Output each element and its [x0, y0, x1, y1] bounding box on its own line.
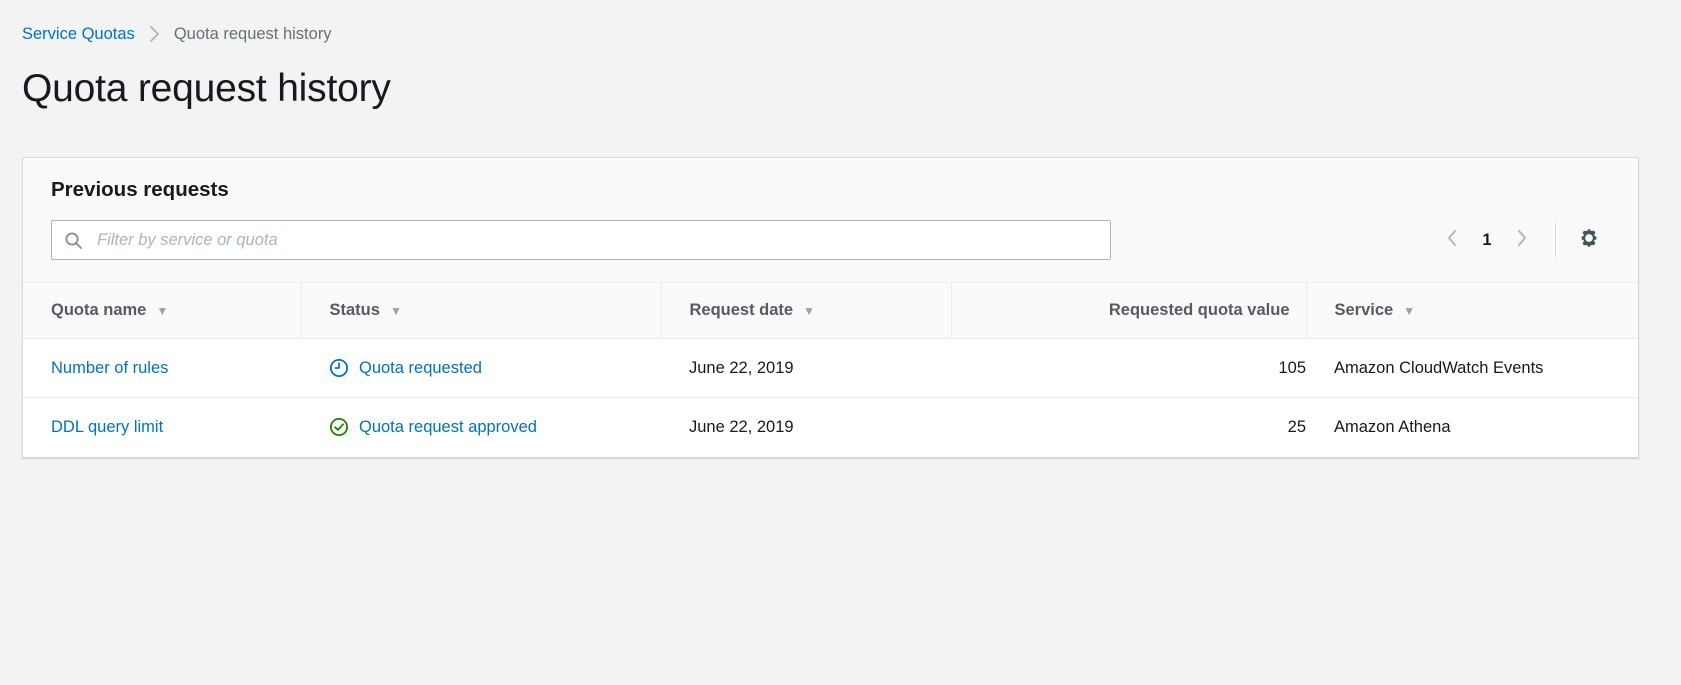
table-tools: 1 — [51, 220, 1610, 282]
preferences-button[interactable] — [1572, 223, 1606, 257]
column-header-label: Status — [330, 301, 380, 320]
chevron-right-icon — [148, 25, 161, 43]
quota-requests-table: Quota name ▼ Status ▼ Request date — [23, 282, 1638, 457]
cell-service: Amazon CloudWatch Events — [1306, 339, 1638, 398]
check-circle-icon — [329, 417, 349, 437]
previous-requests-card: Previous requests — [22, 157, 1639, 458]
column-header-label: Service — [1335, 301, 1394, 320]
sort-caret-icon: ▼ — [390, 305, 402, 317]
chevron-right-icon — [1515, 228, 1529, 253]
sort-caret-icon: ▼ — [156, 305, 168, 317]
search-input[interactable] — [95, 221, 1100, 259]
cell-status: Quota requested — [301, 339, 661, 398]
gear-icon — [1578, 227, 1600, 254]
table-body: Number of rules Quota requested — [23, 339, 1638, 457]
column-header-label: Quota name — [51, 301, 146, 320]
column-header-request-date[interactable]: Request date ▼ — [661, 283, 951, 339]
card-title: Previous requests — [51, 178, 1610, 202]
card-header: Previous requests — [23, 158, 1638, 282]
table-header-row: Quota name ▼ Status ▼ Request date — [23, 283, 1638, 339]
column-header-service[interactable]: Service ▼ — [1306, 283, 1638, 339]
pagination-next-button[interactable] — [1503, 221, 1541, 259]
cell-service: Amazon Athena — [1306, 398, 1638, 457]
quota-name-link[interactable]: Number of rules — [51, 359, 168, 377]
column-header-label: Requested quota value — [1109, 301, 1290, 320]
cell-requested-quota-value: 105 — [951, 339, 1306, 398]
cell-status: Quota request approved — [301, 398, 661, 457]
page-root: Service Quotas Quota request history Quo… — [0, 0, 1681, 685]
chevron-left-icon — [1445, 228, 1459, 253]
search-icon — [64, 231, 83, 250]
table-header: Quota name ▼ Status ▼ Request date — [23, 283, 1638, 339]
column-header-status[interactable]: Status ▼ — [301, 283, 661, 339]
table-tools-right: 1 — [1433, 221, 1610, 259]
pagination: 1 — [1433, 221, 1541, 259]
pagination-page-1[interactable]: 1 — [1471, 221, 1503, 259]
cell-request-date: June 22, 2019 — [661, 339, 951, 398]
table-row: DDL query limit Quota request approved — [23, 398, 1638, 457]
breadcrumb: Service Quotas Quota request history — [0, 0, 1681, 46]
pagination-prev-button[interactable] — [1433, 221, 1471, 259]
cell-request-date: June 22, 2019 — [661, 398, 951, 457]
search-box[interactable] — [51, 220, 1111, 260]
breadcrumb-item-current: Quota request history — [174, 25, 332, 44]
breadcrumb-item-service-quotas[interactable]: Service Quotas — [22, 25, 135, 44]
status-badge: Quota requested — [359, 359, 482, 378]
table-row: Number of rules Quota requested — [23, 339, 1638, 398]
cell-quota-name: DDL query limit — [23, 398, 301, 457]
column-header-label: Request date — [690, 301, 794, 320]
status-badge: Quota request approved — [359, 418, 537, 437]
cell-requested-quota-value: 25 — [951, 398, 1306, 457]
page-title: Quota request history — [22, 68, 1681, 111]
sort-caret-icon: ▼ — [803, 305, 815, 317]
clock-icon — [329, 358, 349, 378]
sort-caret-icon: ▼ — [1403, 305, 1415, 317]
cell-quota-name: Number of rules — [23, 339, 301, 398]
column-header-requested-quota-value: Requested quota value — [951, 283, 1306, 339]
tools-divider — [1555, 223, 1556, 257]
quota-name-link[interactable]: DDL query limit — [51, 418, 163, 436]
column-header-quota-name[interactable]: Quota name ▼ — [23, 283, 301, 339]
